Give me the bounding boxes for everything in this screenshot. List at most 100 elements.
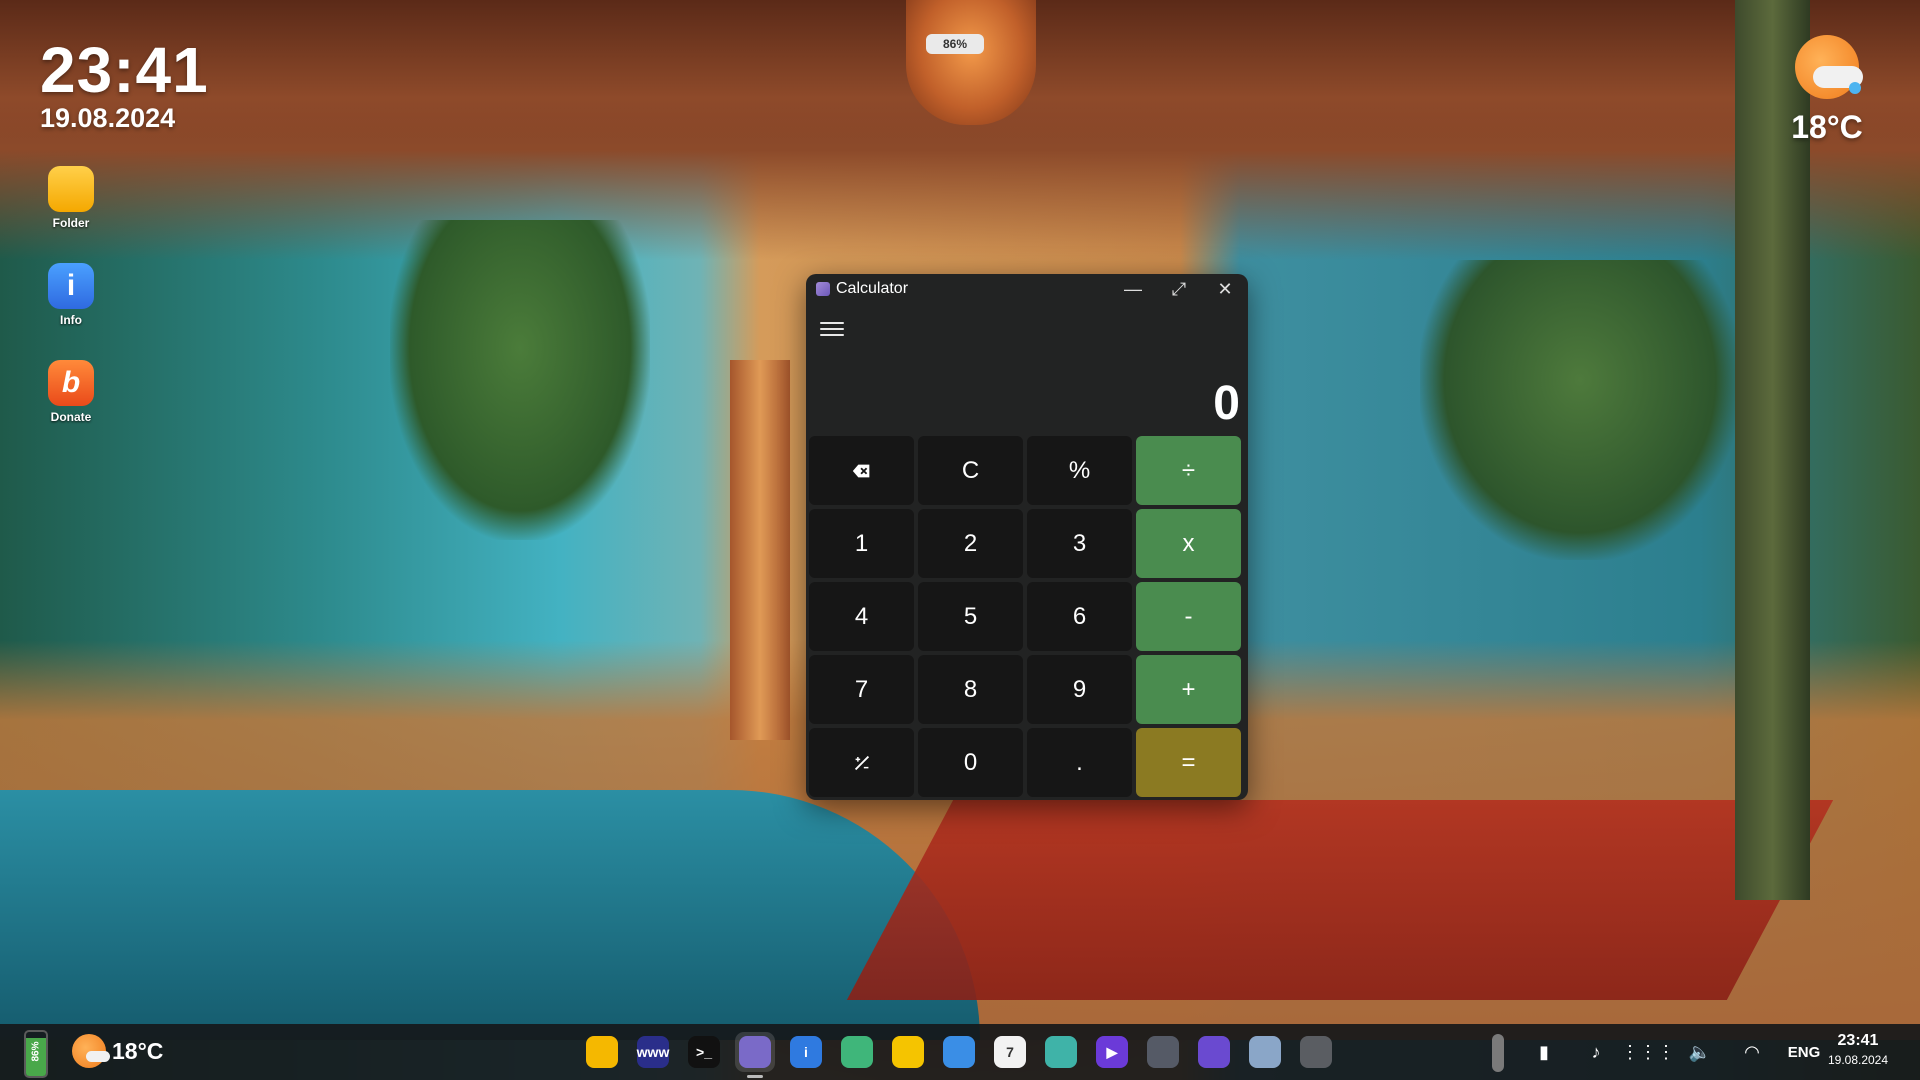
battery-indicator[interactable]: 86%	[24, 1030, 48, 1078]
close-button[interactable]: ✕	[1202, 274, 1248, 304]
taskbar-weather[interactable]: 18°C	[72, 1034, 163, 1068]
window-switch-button[interactable]: ▮	[1524, 1034, 1564, 1070]
calc-key[interactable]: 8	[918, 655, 1023, 724]
calc-key[interactable]: .	[1027, 728, 1132, 797]
calc-key[interactable]: %	[1027, 436, 1132, 505]
weather-app[interactable]	[939, 1032, 979, 1072]
calculator-titlebar[interactable]: Calculator — ⤢ ✕	[806, 274, 1248, 304]
calc-key[interactable]: C	[918, 436, 1023, 505]
calc-key[interactable]: -	[1136, 582, 1241, 651]
photos-app[interactable]	[1041, 1032, 1081, 1072]
calc-key[interactable]: 4	[809, 582, 914, 651]
partly-cloudy-icon	[72, 1034, 110, 1068]
hamburger-menu-icon[interactable]	[820, 318, 844, 336]
image-icon	[1045, 1036, 1077, 1068]
wifi-icon: ◠	[1744, 1041, 1760, 1062]
minimize-button[interactable]: —	[1110, 274, 1156, 304]
backspace-button[interactable]	[809, 436, 914, 505]
taskbar: 86% 18°C www >_ i 7 ▶ ▮ ♪ ⋮⋮⋮ 🔈 ◠ ENG 23:41 19.08…	[0, 1024, 1920, 1080]
list-icon	[892, 1036, 924, 1068]
calculator-app[interactable]	[735, 1032, 775, 1078]
calculator-icon	[816, 282, 830, 296]
browser-app[interactable]: www	[633, 1032, 673, 1072]
paint-icon	[1198, 1036, 1230, 1068]
window-icon: ▮	[1539, 1041, 1549, 1062]
calc-key[interactable]: +	[1136, 655, 1241, 724]
tray-handle[interactable]	[1492, 1034, 1504, 1072]
lantern-badge: 86%	[926, 34, 984, 54]
info-icon: i	[48, 263, 94, 309]
info-app[interactable]: i	[786, 1032, 826, 1072]
volume-button[interactable]: 🔈	[1680, 1034, 1720, 1070]
weather-icon	[943, 1036, 975, 1068]
clock-date: 19.08.2024	[40, 103, 176, 133]
browser-icon: www	[637, 1036, 669, 1068]
desktop-icon-donate[interactable]: b Donate	[45, 360, 97, 424]
maximize-button[interactable]: ⤢	[1156, 274, 1202, 304]
calculator-display: 0	[1213, 377, 1240, 430]
calc-key[interactable]: x	[1136, 509, 1241, 578]
sign-toggle-button[interactable]	[809, 728, 914, 797]
calculator-window: Calculator — ⤢ ✕ 0 C% ÷ 1 2 3 x 4 5 6- 7 8 9 +0. =	[806, 274, 1248, 800]
desktop-icon-label: Folder	[52, 216, 90, 230]
trash-app[interactable]	[1296, 1032, 1336, 1072]
backspace-icon	[852, 464, 869, 477]
desktop-icon-label: Info	[60, 313, 82, 327]
files-app[interactable]	[582, 1032, 622, 1072]
trash-icon	[1300, 1036, 1332, 1068]
desktop-icon-label: Donate	[50, 410, 92, 424]
calc-key[interactable]: 1	[809, 509, 914, 578]
window-title: Calculator	[836, 280, 909, 297]
wallpaper-cliff-right	[1420, 260, 1740, 560]
battery-text: 86%	[30, 1041, 42, 1062]
sign-toggle-icon	[854, 755, 869, 770]
calc-key[interactable]: 9	[1027, 655, 1132, 724]
taskbar-clock-time: 23:41	[1837, 1032, 1879, 1049]
calculator-keypad: C% ÷ 1 2 3 x 4 5 6- 7 8 9 +0. =	[809, 436, 1245, 797]
camera-icon	[1147, 1036, 1179, 1068]
video-app[interactable]: ▶	[1092, 1032, 1132, 1072]
calc-key[interactable]: 0	[918, 728, 1023, 797]
calc-key[interactable]: ÷	[1136, 436, 1241, 505]
weather-widget[interactable]: 18°C	[1782, 35, 1872, 146]
clock-time: 23:41	[40, 34, 209, 106]
folder-icon	[48, 166, 94, 212]
donate-icon: b	[48, 360, 94, 406]
calendar-icon: 7	[994, 1036, 1026, 1068]
gear-icon	[1249, 1036, 1281, 1068]
camera-app[interactable]	[1143, 1032, 1183, 1072]
music-button[interactable]: ♪	[1576, 1034, 1616, 1070]
app-grid-button[interactable]: ⋮⋮⋮	[1621, 1034, 1675, 1070]
paint-app[interactable]	[1194, 1032, 1234, 1072]
terminal-icon: >_	[688, 1036, 720, 1068]
desktop-clock: 23:41 19.08.2024	[40, 38, 209, 134]
partly-cloudy-icon	[1791, 35, 1863, 101]
calc-key[interactable]: 6	[1027, 582, 1132, 651]
settings-app[interactable]	[1245, 1032, 1285, 1072]
system-tray: ▮ ♪ ⋮⋮⋮ 🔈 ◠ ENG	[1524, 1034, 1824, 1070]
terminal-app[interactable]: >_	[684, 1032, 724, 1072]
desktop-icon-info[interactable]: i Info	[45, 263, 97, 327]
game-app[interactable]	[837, 1032, 877, 1072]
wallpaper-cliff-left	[390, 220, 650, 540]
calendar-app[interactable]: 7	[990, 1032, 1030, 1072]
speaker-icon: 🔈	[1688, 1041, 1712, 1062]
dock: www >_ i 7 ▶	[582, 1032, 1336, 1078]
wallpaper-pool	[0, 790, 980, 1040]
taskbar-clock[interactable]: 23:41 19.08.2024	[1818, 1032, 1898, 1067]
grid-icon: ⋮⋮⋮	[1621, 1041, 1675, 1062]
desktop-icon-folder[interactable]: Folder	[45, 166, 97, 230]
play-icon: ▶	[1096, 1036, 1128, 1068]
wallpaper-carpet	[846, 800, 1834, 1000]
notes-app[interactable]	[888, 1032, 928, 1072]
wifi-button[interactable]: ◠	[1732, 1034, 1772, 1070]
weather-temperature: 18°C	[1791, 109, 1863, 145]
wallpaper-lantern	[906, 0, 1036, 125]
calc-key[interactable]: =	[1136, 728, 1241, 797]
calc-key[interactable]: 2	[918, 509, 1023, 578]
calc-key[interactable]: 3	[1027, 509, 1132, 578]
calc-key[interactable]: 5	[918, 582, 1023, 651]
wallpaper-pillar	[730, 360, 790, 740]
calc-key[interactable]: 7	[809, 655, 914, 724]
taskbar-clock-date: 19.08.2024	[1827, 1053, 1889, 1067]
